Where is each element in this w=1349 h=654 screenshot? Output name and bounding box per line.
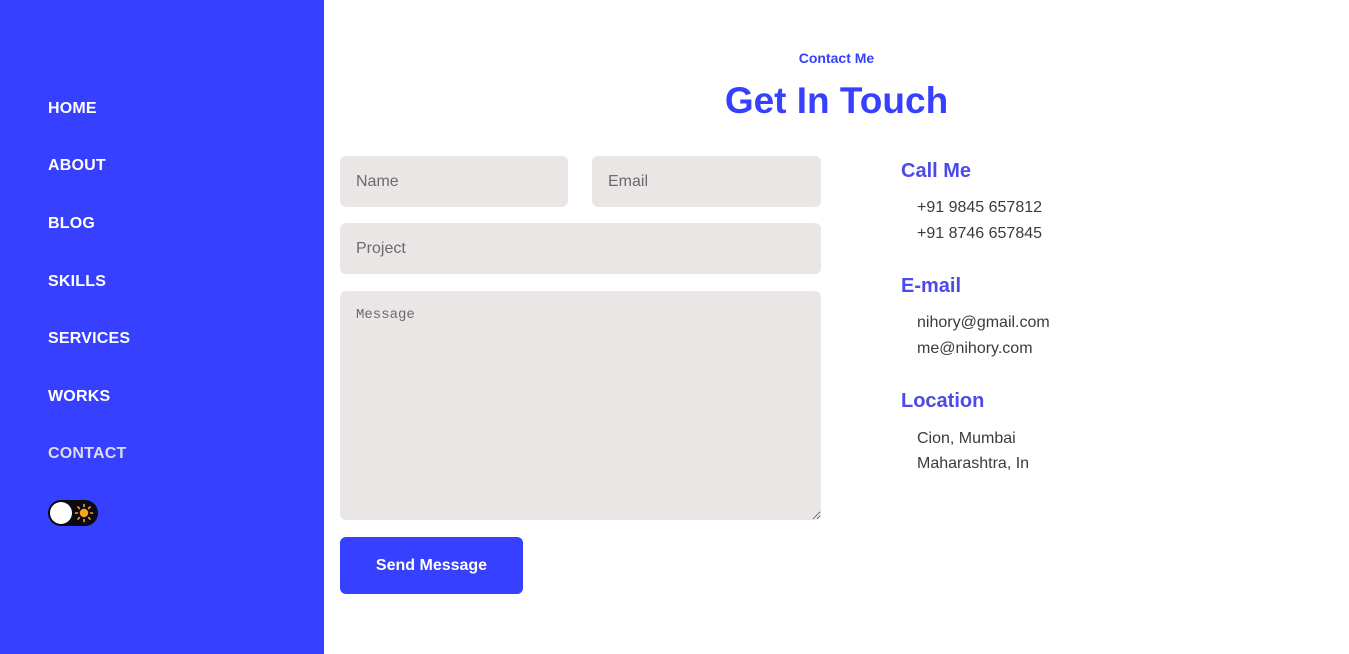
nav-item-contact[interactable]: CONTACT xyxy=(48,445,126,463)
email-input[interactable] xyxy=(592,156,821,207)
location-line-2: Maharashtra, In xyxy=(917,455,1030,472)
toggle-knob xyxy=(50,502,72,524)
location-heading: Location xyxy=(901,390,985,412)
nav-item-blog[interactable]: BLOG xyxy=(48,215,95,233)
sun-icon xyxy=(74,503,94,523)
call-me-heading: Call Me xyxy=(901,160,972,182)
nav-item-services[interactable]: SERVICES xyxy=(48,330,130,348)
nav-item-about[interactable]: ABOUT xyxy=(48,157,106,175)
theme-toggle[interactable] xyxy=(48,500,98,526)
location-line-1: Cion, Mumbai xyxy=(917,430,1016,447)
send-message-button[interactable]: Send Message xyxy=(340,537,523,594)
name-input[interactable] xyxy=(340,156,568,207)
email-line-1: nihory@gmail.com xyxy=(917,314,1050,331)
email-line-2: me@nihory.com xyxy=(917,340,1033,357)
message-textarea[interactable] xyxy=(340,291,821,520)
nav-item-home[interactable]: HOME xyxy=(48,100,97,118)
sidebar: HOME ABOUT BLOG SKILLS SERVICES WORKS CO… xyxy=(0,0,324,654)
email-heading: E-mail xyxy=(901,275,962,297)
phone-line-2: +91 8746 657845 xyxy=(917,225,1043,242)
nav-item-skills[interactable]: SKILLS xyxy=(48,273,106,291)
section-eyebrow: Contact Me xyxy=(798,50,875,66)
page-title: Get In Touch xyxy=(724,80,949,121)
nav-item-works[interactable]: WORKS xyxy=(48,388,110,406)
project-input[interactable] xyxy=(340,223,821,274)
phone-line-1: +91 9845 657812 xyxy=(917,199,1043,216)
